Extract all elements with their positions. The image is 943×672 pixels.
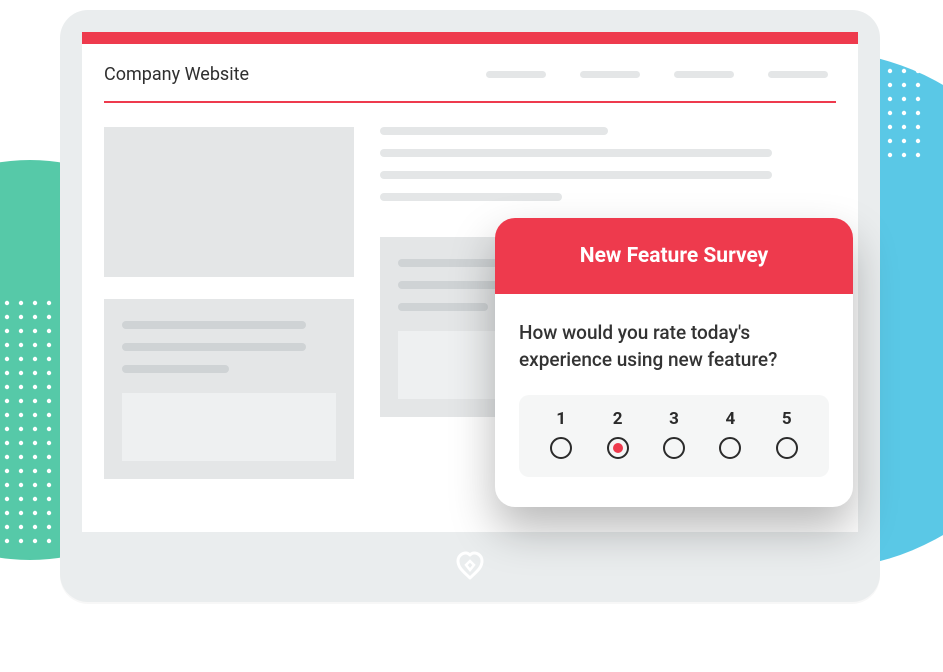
nav-item-placeholder[interactable] <box>674 71 734 78</box>
text-placeholder <box>380 193 562 201</box>
hero-image-placeholder <box>104 127 354 277</box>
survey-popup: New Feature Survey How would you rate to… <box>495 218 853 507</box>
rating-option-1[interactable]: 1 <box>550 409 572 459</box>
rating-option-5[interactable]: 5 <box>776 409 798 459</box>
nav-item-placeholder[interactable] <box>486 71 546 78</box>
nav-item-placeholder[interactable] <box>768 71 828 78</box>
site-title: Company Website <box>104 64 249 85</box>
nav <box>486 71 828 78</box>
text-placeholder <box>122 365 229 373</box>
rating-scale: 1 2 3 4 5 <box>519 395 829 477</box>
rating-option-2[interactable]: 2 <box>607 409 629 459</box>
top-accent-bar <box>82 32 858 44</box>
text-placeholder <box>380 149 772 157</box>
rating-label: 3 <box>669 409 679 429</box>
text-block <box>380 127 836 215</box>
rating-option-4[interactable]: 4 <box>719 409 741 459</box>
text-placeholder <box>398 303 488 311</box>
content-card <box>104 299 354 479</box>
radio-icon <box>550 437 572 459</box>
survey-question: How would you rate today's experience us… <box>519 320 829 373</box>
radio-icon <box>607 437 629 459</box>
rating-label: 4 <box>725 409 735 429</box>
text-placeholder <box>122 321 306 329</box>
survey-title: New Feature Survey <box>495 218 853 294</box>
monitor-logo-icon <box>450 546 490 590</box>
text-placeholder <box>380 127 608 135</box>
nav-item-placeholder[interactable] <box>580 71 640 78</box>
text-placeholder <box>380 171 772 179</box>
radio-icon <box>776 437 798 459</box>
rating-option-3[interactable]: 3 <box>663 409 685 459</box>
radio-icon <box>663 437 685 459</box>
survey-body: How would you rate today's experience us… <box>495 294 853 507</box>
radio-icon <box>719 437 741 459</box>
card-body-placeholder <box>122 393 336 461</box>
rating-label: 5 <box>782 409 792 429</box>
site-header: Company Website <box>82 44 858 101</box>
rating-label: 2 <box>613 409 623 429</box>
text-placeholder <box>122 343 306 351</box>
rating-label: 1 <box>556 409 566 429</box>
